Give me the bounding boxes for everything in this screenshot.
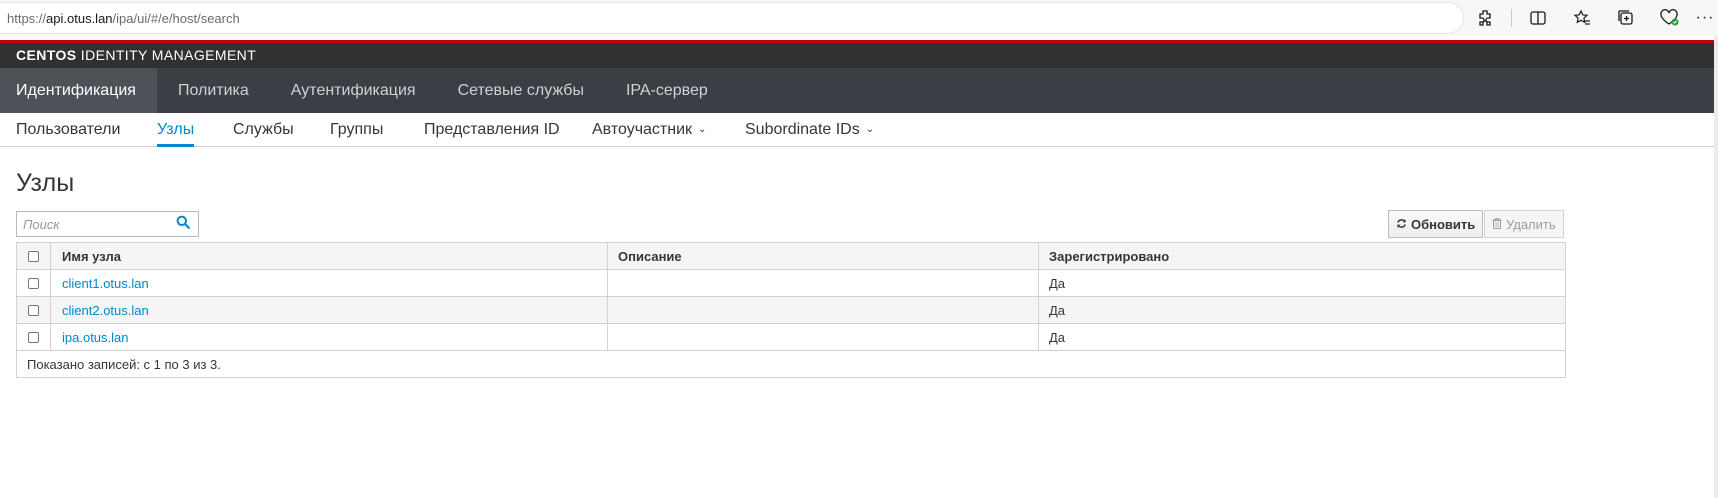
host-link[interactable]: ipa.otus.lan — [62, 330, 129, 345]
refresh-button[interactable]: Обновить — [1388, 210, 1484, 238]
url-path: /ipa/ui/#/e/host/search — [112, 10, 240, 26]
tab-users[interactable]: Пользователи — [16, 113, 120, 147]
host-description-cell — [608, 297, 1039, 323]
search-icon[interactable] — [176, 215, 192, 231]
host-description-cell — [608, 324, 1039, 350]
nav-policy[interactable]: Политика — [157, 68, 270, 113]
column-header-name[interactable]: Имя узла — [51, 243, 608, 269]
chevron-down-icon: ⌄ — [865, 124, 875, 135]
table-row: client2.otus.lan Да — [17, 297, 1565, 324]
tab-id-views[interactable]: Представления ID — [424, 113, 560, 147]
url-host: api.otus.lan — [46, 10, 113, 26]
tab-groups[interactable]: Группы — [330, 113, 383, 147]
nav-identity[interactable]: Идентификация — [0, 68, 157, 113]
nav-network-services[interactable]: Сетевые службы — [437, 68, 605, 113]
nav-ipa-server[interactable]: IPA-сервер — [605, 68, 729, 113]
host-description-cell — [608, 270, 1039, 296]
secondary-nav: Пользователи Узлы Службы Группы Представ… — [0, 113, 1718, 147]
refresh-icon — [1396, 217, 1407, 232]
address-bar[interactable]: https://api.otus.lan/ipa/ui/#/e/host/sea… — [0, 3, 1463, 33]
browser-essentials-icon[interactable] — [1648, 0, 1692, 36]
tab-hosts[interactable]: Узлы — [157, 113, 195, 147]
row-select-cell — [17, 324, 51, 350]
host-registered-cell: Да — [1049, 275, 1066, 291]
select-all-checkbox[interactable] — [28, 250, 39, 262]
column-header-description[interactable]: Описание — [608, 243, 1039, 269]
tab-subordinate-ids-label: Subordinate IDs — [745, 121, 860, 138]
nav-authentication[interactable]: Аутентификация — [270, 68, 437, 113]
hosts-table: Имя узла Описание Зарегистрировано clien… — [16, 242, 1566, 378]
page-title: Узлы — [16, 169, 75, 197]
url-prefix: https:// — [7, 10, 47, 26]
delete-button-label: Удалить — [1506, 216, 1556, 232]
chevron-down-icon: ⌄ — [698, 124, 707, 135]
tab-subordinate-ids[interactable]: Subordinate IDs ⌄ — [745, 113, 874, 147]
favorites-icon[interactable] — [1560, 0, 1604, 36]
tab-automember[interactable]: Автоучастник ⌄ — [592, 113, 706, 147]
host-name-cell: client2.otus.lan — [51, 297, 608, 323]
host-name-cell: client1.otus.lan — [51, 270, 608, 296]
table-row: ipa.otus.lan Да — [17, 324, 1565, 351]
table-header: Имя узла Описание Зарегистрировано — [17, 243, 1565, 270]
masthead: CENTOS IDENTITY MANAGEMENT — [0, 43, 1718, 68]
table-row: client1.otus.lan Да — [17, 270, 1565, 297]
row-checkbox[interactable] — [28, 304, 39, 316]
browser-toolbar: https://api.otus.lan/ipa/ui/#/e/host/sea… — [0, 0, 1718, 36]
host-name-cell: ipa.otus.lan — [51, 324, 608, 350]
row-checkbox[interactable] — [28, 331, 39, 343]
brand-subtitle: IDENTITY MANAGEMENT — [76, 47, 257, 63]
more-icon[interactable]: ··· — [1692, 0, 1718, 36]
host-link[interactable]: client2.otus.lan — [62, 303, 149, 318]
row-checkbox[interactable] — [28, 277, 39, 289]
row-select-cell — [17, 297, 51, 323]
table-footer: Показано записей: с 1 по 3 из 3. — [17, 351, 1565, 377]
collections-icon[interactable] — [1604, 0, 1648, 36]
toolbar-divider — [1511, 9, 1512, 27]
split-screen-icon[interactable] — [1516, 0, 1560, 36]
refresh-button-label: Обновить — [1411, 216, 1476, 232]
tab-services[interactable]: Службы — [233, 113, 294, 147]
search-field — [16, 211, 199, 237]
row-select-cell — [17, 270, 51, 296]
browser-actions: ··· — [1463, 0, 1718, 36]
host-registered-cell: Да — [1049, 302, 1066, 318]
tab-automember-label: Автоучастник — [592, 121, 693, 138]
primary-nav: Идентификация Политика Аутентификация Се… — [0, 68, 1718, 113]
delete-button[interactable]: Удалить — [1484, 210, 1564, 238]
search-input[interactable] — [17, 212, 167, 236]
select-all-cell — [17, 243, 51, 269]
trash-icon — [1492, 217, 1502, 232]
brand-name: CENTOS — [16, 47, 77, 63]
extensions-icon[interactable] — [1463, 0, 1507, 36]
host-registered-cell: Да — [1049, 329, 1066, 345]
page-scrollbar[interactable] — [1714, 36, 1718, 498]
host-link[interactable]: client1.otus.lan — [62, 276, 149, 291]
column-header-registered[interactable]: Зарегистрировано — [1039, 243, 1565, 269]
